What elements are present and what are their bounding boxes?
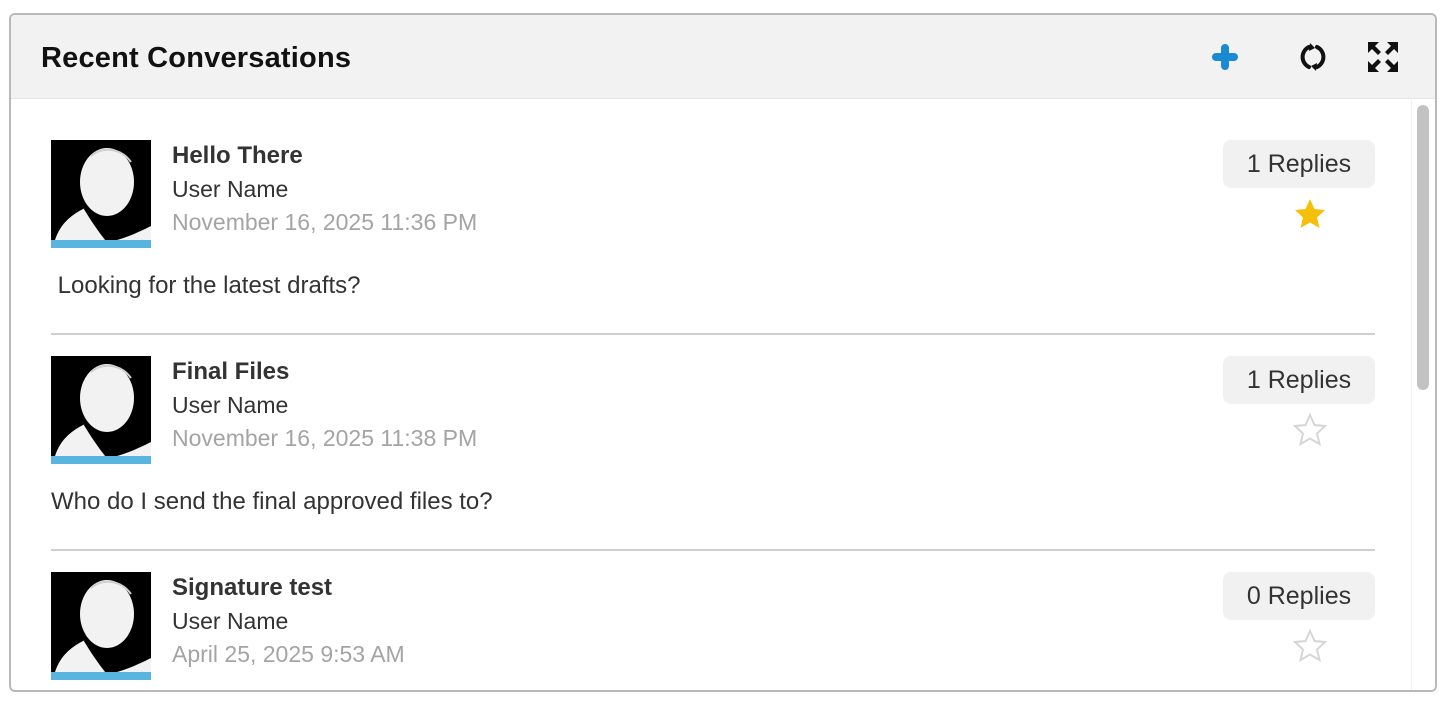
divider bbox=[51, 333, 1375, 335]
recent-conversations-widget: Recent Conversations Hello There User Na… bbox=[9, 13, 1437, 692]
scrollbar-thumb[interactable] bbox=[1417, 105, 1429, 390]
star-filled-icon bbox=[1295, 199, 1325, 228]
avatar bbox=[51, 572, 151, 680]
scrollbar[interactable] bbox=[1411, 100, 1435, 690]
widget-header: Recent Conversations bbox=[11, 15, 1435, 99]
star-outline-icon bbox=[1293, 629, 1327, 663]
widget-title: Recent Conversations bbox=[41, 42, 352, 74]
conversation-list[interactable]: Hello There User Name November 16, 2025 … bbox=[11, 100, 1435, 690]
conversation-timestamp: November 16, 2025 11:38 PM bbox=[172, 425, 478, 451]
conversation-message: Who do I send the final approved files t… bbox=[51, 488, 493, 515]
refresh-button[interactable] bbox=[1295, 39, 1331, 75]
conversation-title[interactable]: Hello There bbox=[172, 142, 303, 170]
avatar-status-bar bbox=[51, 240, 151, 248]
conversation-author: User Name bbox=[172, 608, 289, 634]
conversation-timestamp: November 16, 2025 11:36 PM bbox=[172, 209, 478, 235]
favorite-toggle[interactable] bbox=[1293, 197, 1327, 231]
conversation-title[interactable]: Signature test bbox=[172, 574, 332, 602]
expand-button[interactable] bbox=[1365, 39, 1401, 75]
conversation-author: User Name bbox=[172, 176, 289, 202]
avatar-status-bar bbox=[51, 672, 151, 680]
replies-count-button[interactable]: 0 Replies bbox=[1223, 572, 1375, 620]
star-outline-icon bbox=[1293, 413, 1327, 447]
user-avatar-icon bbox=[51, 140, 151, 240]
avatar bbox=[51, 356, 151, 464]
favorite-toggle[interactable] bbox=[1293, 629, 1327, 663]
avatar-status-bar bbox=[51, 456, 151, 464]
replies-count-button[interactable]: 1 Replies bbox=[1223, 140, 1375, 188]
plus-icon bbox=[1212, 44, 1238, 70]
add-conversation-button[interactable] bbox=[1207, 39, 1243, 75]
divider bbox=[51, 549, 1375, 551]
conversation-message: Looking for the latest drafts? bbox=[51, 272, 361, 299]
replies-count-button[interactable]: 1 Replies bbox=[1223, 356, 1375, 404]
conversation-title[interactable]: Final Files bbox=[172, 358, 289, 386]
avatar bbox=[51, 140, 151, 248]
favorite-toggle[interactable] bbox=[1293, 413, 1327, 447]
refresh-icon bbox=[1300, 43, 1326, 71]
conversation-author: User Name bbox=[172, 392, 289, 418]
conversation-timestamp: April 25, 2025 9:53 AM bbox=[172, 641, 405, 667]
user-avatar-icon bbox=[51, 356, 151, 456]
expand-icon bbox=[1368, 42, 1398, 72]
user-avatar-icon bbox=[51, 572, 151, 672]
